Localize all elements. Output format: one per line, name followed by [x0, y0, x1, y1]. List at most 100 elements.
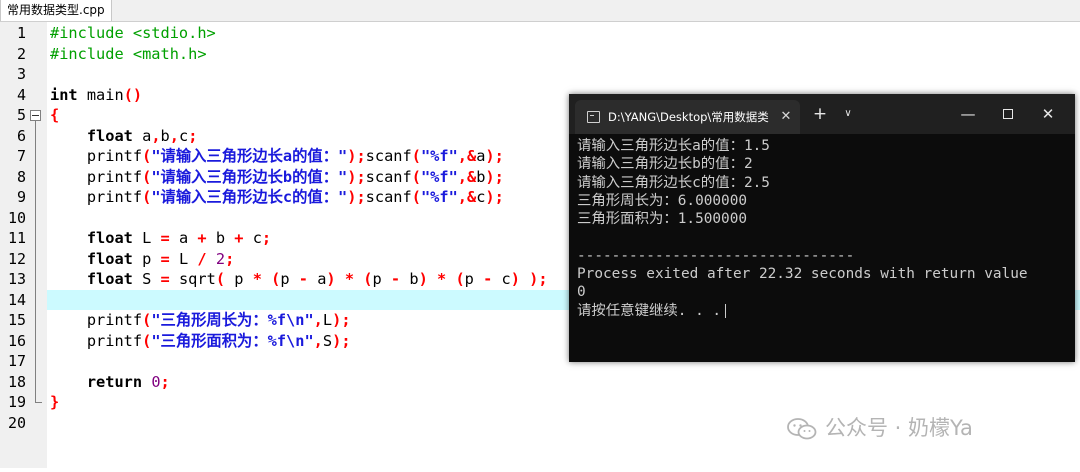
fold-toggle-icon[interactable]: [30, 110, 41, 121]
editor-tab-strip: 常用数据类型.cpp: [0, 0, 1080, 22]
code-token: p: [280, 270, 299, 288]
code-token: p: [225, 270, 253, 288]
new-tab-button[interactable]: +: [810, 94, 830, 134]
code-token: #include <math.h>: [50, 44, 207, 63]
code-token: (: [363, 270, 373, 288]
line-number: 15: [7, 311, 26, 329]
code-token: "%f": [420, 188, 458, 206]
code-text: #include <stdio.h>: [50, 23, 1080, 44]
code-token: L: [169, 249, 198, 268]
code-token: );: [529, 270, 548, 288]
line-number: 4: [16, 85, 26, 104]
code-token: S: [132, 270, 161, 288]
console-text: 三角形面积为：1.500000: [577, 211, 748, 228]
code-token: a: [307, 270, 327, 288]
code-token: ): [510, 270, 520, 288]
code-token: *: [344, 270, 355, 288]
code-token: (: [142, 167, 152, 186]
editor-file-tab[interactable]: 常用数据类型.cpp: [0, 0, 112, 21]
console-text: 请按任意键继续. . .: [577, 302, 722, 319]
code-token: =: [160, 229, 170, 247]
code-token: p: [464, 270, 484, 288]
line-number: 13: [7, 270, 26, 288]
code-token: (: [142, 147, 152, 165]
code-token: ,&: [457, 147, 477, 165]
code-token: scanf: [365, 147, 412, 165]
code-token: "请输入三角形边长b的值：": [151, 167, 348, 186]
code-token: {: [50, 106, 60, 124]
code-token: ,: [151, 126, 161, 145]
console-window[interactable]: D:\YANG\Desktop\常用数据类 ✕ + ∨ — ✕ 请输入三角形边长…: [569, 94, 1075, 362]
console-line: 三角形面积为：1.500000: [577, 210, 747, 228]
code-token: "请输入三角形边长c的值：": [151, 188, 348, 206]
fold-guide: [35, 121, 36, 402]
code-token: );: [485, 188, 504, 206]
line-number: 7: [16, 147, 26, 165]
code-token: }: [50, 393, 60, 411]
code-token: (): [123, 85, 143, 104]
minimize-button[interactable]: —: [953, 94, 983, 134]
code-token: );: [485, 147, 504, 165]
console-line: --------------------------------: [577, 247, 854, 265]
console-text: Process exited after 22.32 seconds with …: [577, 266, 1028, 283]
code-token: printf: [50, 147, 143, 165]
line-number: 16: [7, 331, 26, 350]
console-text: 0: [577, 284, 586, 301]
code-token: c: [178, 126, 189, 145]
code-token: p: [132, 249, 161, 268]
line-number: 5: [16, 106, 26, 124]
code-text: return 0;: [50, 372, 1080, 393]
code-token: ;: [160, 372, 170, 391]
line-number: 17: [7, 352, 26, 370]
code-token: -: [483, 270, 493, 288]
code-token: a: [132, 126, 152, 145]
code-token: "%f": [420, 167, 458, 186]
line-number: 3: [16, 65, 26, 83]
code-token: ;: [188, 126, 198, 145]
close-window-button[interactable]: ✕: [1033, 94, 1063, 134]
code-token: printf: [50, 311, 143, 329]
chevron-down-icon[interactable]: ∨: [840, 94, 856, 134]
code-token: );: [332, 331, 351, 350]
code-token: );: [347, 147, 366, 165]
code-token: (: [455, 270, 465, 288]
close-tab-icon[interactable]: ✕: [778, 100, 794, 134]
code-token: main: [77, 85, 124, 104]
code-token: printf: [50, 331, 143, 350]
console-tab[interactable]: D:\YANG\Desktop\常用数据类 ✕: [575, 100, 800, 134]
code-token: ,: [169, 126, 179, 145]
fold-end-marker: [35, 402, 42, 403]
console-text: 请输入三角形边长b的值：2: [577, 156, 753, 173]
code-text: }: [50, 392, 1080, 413]
code-token: p: [372, 270, 391, 288]
code-token: printf: [50, 188, 143, 206]
line-number: 1: [16, 24, 26, 42]
console-titlebar[interactable]: D:\YANG\Desktop\常用数据类 ✕ + ∨ — ✕: [569, 94, 1075, 134]
code-token: c: [492, 270, 511, 288]
code-token: /: [197, 249, 207, 268]
code-token: "%f": [420, 147, 458, 165]
maximize-icon: [1003, 109, 1013, 119]
console-text: --------------------------------: [577, 247, 855, 264]
code-token: (: [215, 270, 226, 288]
code-token: *: [252, 270, 262, 288]
line-number: 8: [16, 167, 26, 186]
code-token: 0: [151, 372, 161, 391]
code-token: (: [411, 147, 421, 165]
code-token: float: [86, 270, 133, 288]
code-token: );: [332, 311, 351, 329]
console-text: 三角形周长为：6.000000: [577, 192, 748, 209]
console-line: 请输入三角形边长b的值：2: [577, 155, 753, 173]
maximize-button[interactable]: [993, 94, 1023, 134]
code-token: L: [132, 229, 161, 247]
code-token: ,: [313, 331, 323, 350]
code-token: ): [418, 270, 428, 288]
code-token: ,: [313, 311, 323, 329]
